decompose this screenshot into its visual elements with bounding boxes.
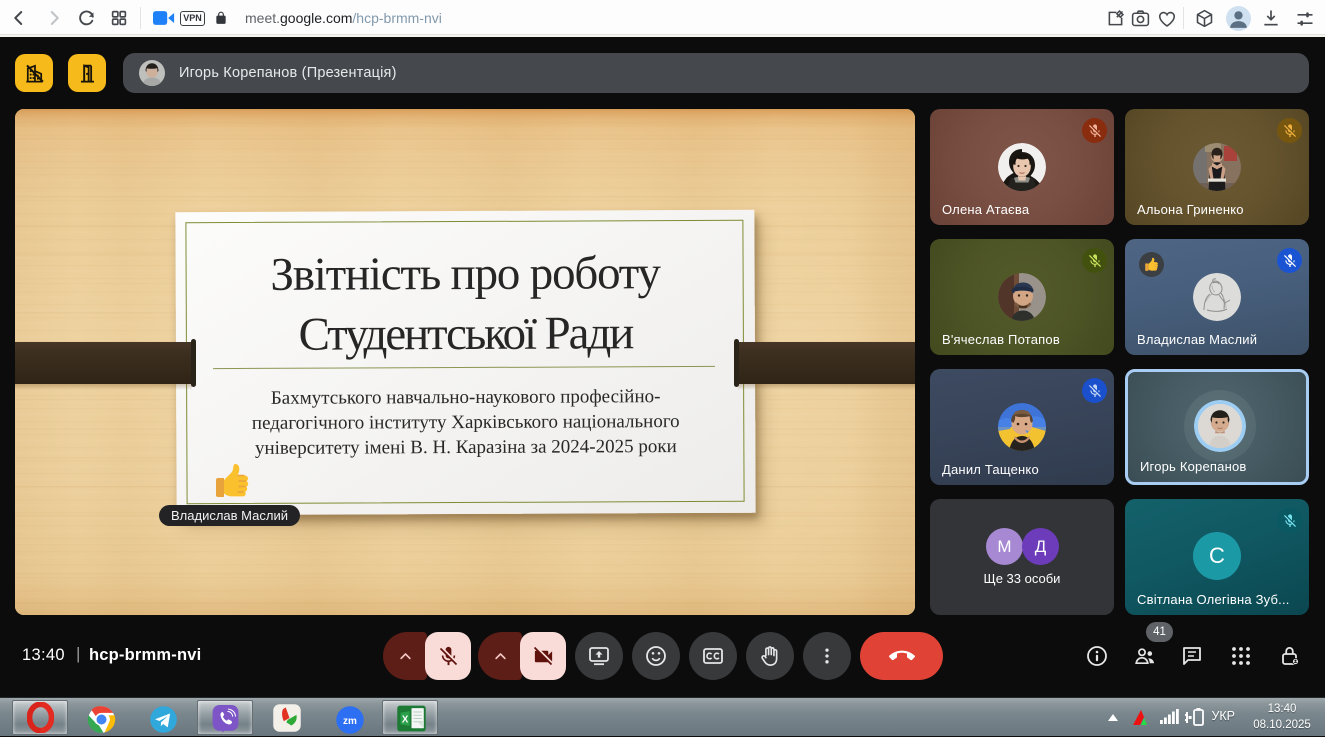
svg-text:zm: zm [343, 716, 357, 727]
svg-text:X: X [402, 714, 409, 725]
